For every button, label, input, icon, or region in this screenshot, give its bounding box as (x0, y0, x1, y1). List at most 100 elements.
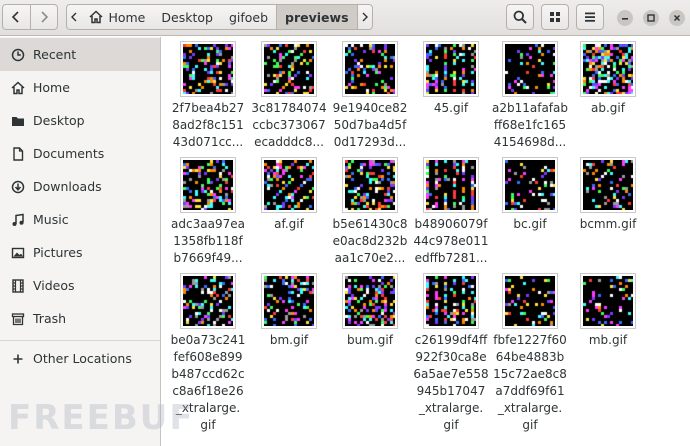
home-icon (89, 10, 103, 24)
navigation-buttons (2, 4, 58, 30)
sidebar-item-label: Trash (33, 311, 67, 326)
breadcrumb-label: previews (285, 9, 349, 25)
file-thumbnail (261, 41, 317, 97)
file-item[interactable]: bc.gif (491, 157, 569, 233)
sidebar-item-documents[interactable]: Documents (0, 137, 160, 170)
sidebar-item-label: Music (33, 212, 69, 227)
file-item[interactable]: 9e1940ce82 50d7ba4d5f 0d17293d... (331, 41, 409, 151)
document-icon (10, 146, 26, 162)
file-item[interactable]: 2f7bea4b27 8ad2f8c151 43d071cc... (169, 41, 247, 151)
file-thumbnail (342, 41, 398, 97)
file-name: bm.gif (269, 333, 309, 347)
forward-button[interactable] (29, 5, 58, 29)
file-grid: 2f7bea4b27 8ad2f8c151 43d071cc... 3c8178… (162, 37, 690, 446)
view-toggle-button[interactable] (541, 4, 569, 30)
file-item[interactable]: fbfe1227f60 64be4883b 15c72ae8c8 a7ddf69… (491, 273, 569, 434)
file-item[interactable]: bm.gif (250, 273, 328, 349)
file-item[interactable]: adc3aa97ea 1358fb118f b7669f49... (169, 157, 247, 267)
breadcrumb: Home Desktop gifoeb previews (66, 4, 373, 30)
minimize-icon (622, 18, 628, 20)
file-name: fbfe1227f60 64be4883b 15c72ae8c8 a7ddf69… (493, 333, 567, 432)
chevron-right-icon (362, 12, 368, 22)
sidebar-item-recent[interactable]: Recent (0, 38, 160, 71)
sidebar-item-pictures[interactable]: Pictures (0, 236, 160, 269)
file-thumbnail (502, 157, 558, 213)
path-scroll-right-button[interactable] (358, 5, 372, 29)
sidebar-item-label: Recent (33, 47, 77, 62)
minimize-button[interactable] (617, 10, 633, 26)
clock-icon (10, 47, 26, 63)
close-icon (673, 14, 681, 22)
file-name: bc.gif (513, 217, 547, 231)
file-thumbnail (342, 157, 398, 213)
file-name: b5e61430c8 e0ac8d232b aa1c70e2... (332, 217, 408, 265)
hamburger-menu-icon (585, 12, 595, 22)
path-scroll-left-button[interactable] (67, 5, 81, 29)
sidebar-item-downloads[interactable]: Downloads (0, 170, 160, 203)
file-item[interactable]: b48906079f 44c978e011 edffb7281... (412, 157, 490, 267)
sidebar-item-home[interactable]: Home (0, 71, 160, 104)
file-item[interactable]: 3c81784074 ccbc373067 ecadddc8... (250, 41, 328, 151)
file-name: 9e1940ce82 50d7ba4d5f 0d17293d... (332, 101, 408, 149)
file-name: c26199df4ff 922f30ca8e 6a5ae7e558 945b17… (413, 333, 489, 432)
maximize-icon (647, 14, 655, 22)
sidebar-item-videos[interactable]: Videos (0, 269, 160, 302)
file-item[interactable]: mb.gif (569, 273, 647, 349)
file-item[interactable]: bum.gif (331, 273, 409, 349)
file-item[interactable]: c26199df4ff 922f30ca8e 6a5ae7e558 945b17… (412, 273, 490, 434)
file-thumbnail (342, 273, 398, 329)
file-item[interactable]: af.gif (250, 157, 328, 233)
grid-view-icon (550, 12, 560, 22)
sidebar-item-music[interactable]: Music (0, 203, 160, 236)
breadcrumb-home[interactable]: Home (81, 5, 153, 29)
menu-button[interactable] (576, 4, 604, 30)
file-name: mb.gif (588, 333, 628, 347)
picture-icon (10, 245, 26, 261)
music-note-icon (10, 212, 26, 228)
sidebar: Recent Home Desktop Documents Downloads … (0, 37, 161, 446)
file-item[interactable]: b5e61430c8 e0ac8d232b aa1c70e2... (331, 157, 409, 267)
breadcrumb-desktop[interactable]: Desktop (153, 5, 221, 29)
back-button[interactable] (3, 5, 30, 29)
maximize-button[interactable] (643, 10, 659, 26)
home-icon (10, 80, 26, 96)
sidebar-item-label: Pictures (33, 245, 83, 260)
sidebar-item-desktop[interactable]: Desktop (0, 104, 160, 137)
sidebar-item-other-locations[interactable]: Other Locations (0, 342, 160, 375)
file-item[interactable]: ab.gif (569, 41, 647, 117)
sidebar-item-label: Videos (33, 278, 75, 293)
folder-icon (10, 113, 26, 129)
file-thumbnail (180, 41, 236, 97)
file-name: 45.gif (433, 101, 469, 115)
sidebar-item-label: Desktop (33, 113, 85, 128)
file-thumbnail (180, 157, 236, 213)
chevron-right-icon (41, 11, 48, 23)
file-name: ab.gif (591, 101, 625, 115)
file-thumbnail (180, 273, 236, 329)
file-name: 2f7bea4b27 8ad2f8c151 43d071cc... (171, 101, 245, 149)
download-icon (10, 179, 26, 195)
breadcrumb-label: Home (108, 9, 146, 25)
file-thumbnail (502, 41, 558, 97)
close-button[interactable] (669, 10, 685, 26)
file-name: 3c81784074 ccbc373067 ecadddc8... (251, 101, 327, 149)
breadcrumb-previews[interactable]: previews (276, 5, 358, 29)
breadcrumb-label: Desktop (161, 9, 213, 25)
file-thumbnail (423, 41, 479, 97)
file-thumbnail (261, 157, 317, 213)
file-thumbnail (502, 273, 558, 329)
breadcrumb-gifoeb[interactable]: gifoeb (221, 5, 276, 29)
file-item[interactable]: 45.gif (412, 41, 490, 117)
file-thumbnail (580, 273, 636, 329)
file-name: bcmm.gif (579, 217, 637, 231)
sidebar-item-label: Home (33, 80, 70, 95)
file-name: bum.gif (347, 333, 393, 347)
file-item[interactable]: a2b11afafab ff68e1fc165 4154698d... (491, 41, 569, 151)
sidebar-item-trash[interactable]: Trash (0, 302, 160, 335)
watermark: FREEBUF (8, 398, 195, 438)
search-button[interactable] (506, 4, 534, 30)
plus-icon (10, 351, 26, 367)
file-name: a2b11afafab ff68e1fc165 4154698d... (491, 101, 568, 149)
sidebar-separator (0, 340, 160, 341)
file-item[interactable]: bcmm.gif (569, 157, 647, 233)
